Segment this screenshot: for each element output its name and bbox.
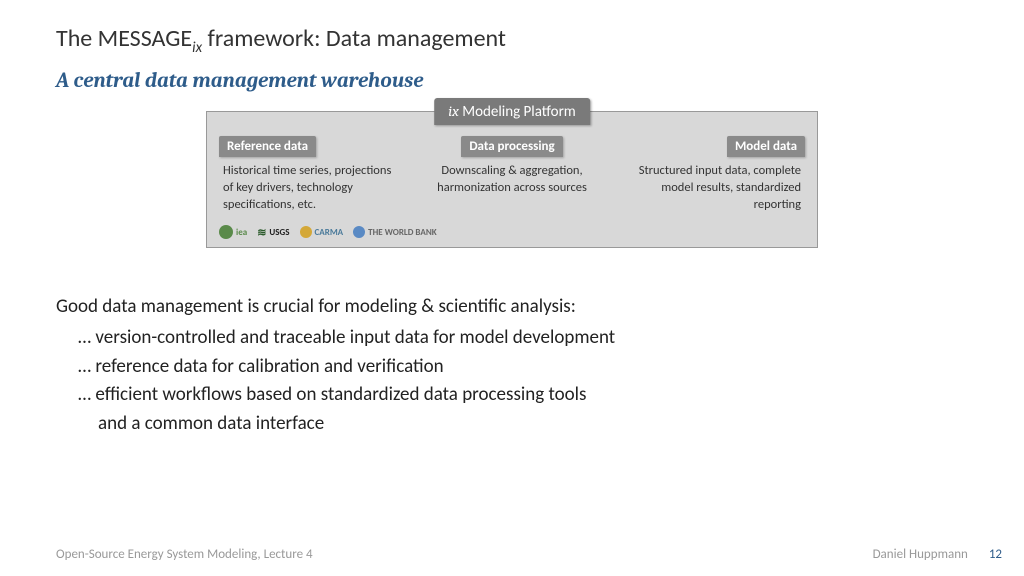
slide-title: The MESSAGEix framework: Data management [56,24,968,57]
page-number: 12 [989,547,1002,562]
col3-head: Model data [727,136,805,157]
carma-logo: CARMA [300,226,344,238]
body-text: Good data management is crucial for mode… [56,294,968,437]
platform-label: ix Modeling Platform [434,98,590,125]
bullet-3b: and a common data interface [78,411,968,438]
platform-diagram: ix Modeling Platform Reference data Hist… [206,111,818,249]
bullet-2: … reference data for calibration and ver… [78,354,968,381]
bullet-1: … version-controlled and traceable input… [78,325,968,352]
col1-body: Historical time series, projections of k… [219,157,408,218]
col3-body: Structured input data, complete model re… [616,157,805,218]
platform-ix: ix [448,102,459,120]
title-subscript: ix [192,39,202,57]
col-model-data: Model data Structured input data, comple… [616,136,805,218]
footer-left: Open-Source Energy System Modeling, Lect… [56,547,313,562]
col2-head: Data processing [461,136,562,157]
lead-sentence: Good data management is crucial for mode… [56,294,968,321]
col-reference-data: Reference data Historical time series, p… [219,136,408,218]
slide-subtitle: A central data management warehouse [56,69,968,93]
col2-body: Downscaling & aggregation, harmonization… [418,157,607,201]
col-data-processing: Data processing Downscaling & aggregatio… [418,136,607,218]
col1-head: Reference data [219,136,316,157]
logo-row: iea ≋USGS CARMA THE WORLD BANK [219,225,805,239]
footer-right: Daniel Huppmann 12 [873,547,1002,562]
platform-text: Modeling Platform [459,103,576,121]
slide-footer: Open-Source Energy System Modeling, Lect… [56,547,1002,562]
bullet-3a: … efficient workflows based on standardi… [78,382,968,409]
iea-logo: iea [219,225,247,239]
title-pre: The MESSAGE [56,24,192,53]
title-post: framework: Data management [202,24,506,53]
worldbank-logo: THE WORLD BANK [353,226,437,238]
usgs-logo: ≋USGS [257,226,289,239]
footer-author: Daniel Huppmann [873,547,968,562]
